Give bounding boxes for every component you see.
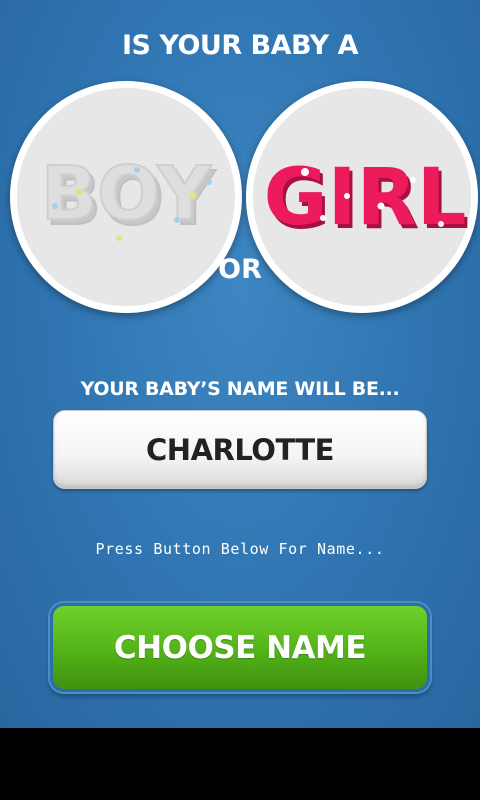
girl-logo: GIRL GIRL	[264, 153, 470, 247]
boy-logo: BOY BOY	[40, 150, 218, 243]
girl-option-button[interactable]: GIRL GIRL	[246, 81, 478, 313]
boy-dot	[174, 217, 180, 223]
app-screen: IS YOUR BABY A BOY BOY GIRL GIRL OR YOUR…	[0, 0, 480, 728]
or-label: OR	[218, 254, 262, 285]
choose-name-button[interactable]: CHOOSE NAME	[50, 603, 430, 692]
boy-dot	[116, 235, 122, 241]
boy-option-button[interactable]: BOY BOY	[10, 81, 242, 313]
girl-dot	[410, 177, 416, 183]
choose-name-label: CHOOSE NAME	[113, 630, 367, 666]
girl-dot	[438, 221, 444, 227]
girl-dot	[377, 202, 385, 210]
boy-dot	[189, 192, 197, 200]
boy-dot	[52, 203, 58, 209]
girl-dot	[301, 168, 309, 176]
baby-name-value: CHARLOTTE	[146, 433, 334, 467]
name-display-box: CHARLOTTE	[53, 410, 427, 489]
boy-dot	[134, 167, 140, 173]
girl-dot	[320, 215, 326, 221]
hint-text: Press Button Below For Name...	[95, 540, 385, 558]
boy-dot	[206, 179, 212, 185]
page-title: IS YOUR BABY A	[122, 30, 358, 61]
boy-logo-text: BOY	[41, 151, 213, 237]
girl-dot	[344, 193, 350, 199]
system-nav-bar	[0, 728, 480, 800]
girl-logo-text: GIRL	[264, 153, 467, 243]
boy-dot	[75, 188, 83, 196]
name-label: YOUR BABY’S NAME WILL BE...	[80, 378, 400, 400]
